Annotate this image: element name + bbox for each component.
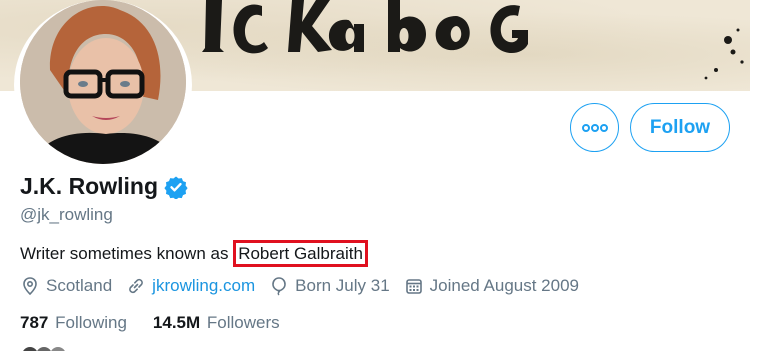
following-count: 787: [20, 313, 49, 332]
more-dots-icon: [581, 123, 608, 132]
balloon-icon: [272, 277, 286, 296]
avatar[interactable]: [20, 0, 186, 164]
display-name: J.K. Rowling: [20, 173, 158, 199]
verified-badge-icon: [164, 175, 188, 199]
following-label: Following: [55, 313, 127, 332]
profile-meta: Scotland jkrowling.com Born July 31 Join…: [20, 276, 593, 296]
more-options-button[interactable]: [570, 103, 619, 152]
followers-stat[interactable]: 14.5M Followers: [153, 313, 280, 333]
url-item: jkrowling.com: [126, 276, 255, 296]
location-text: Scotland: [46, 276, 113, 295]
birthday-text: Born July 31: [295, 276, 390, 295]
joined-item: Joined August 2009: [404, 276, 579, 296]
joined-text: Joined August 2009: [429, 276, 580, 295]
link-icon: [129, 278, 144, 294]
bio-highlight-link[interactable]: Robert Galbraith: [233, 240, 368, 267]
name-row: J.K. Rowling: [20, 173, 188, 200]
follow-stats: 787 Following 14.5M Followers: [20, 313, 306, 333]
followers-count: 14.5M: [152, 313, 201, 332]
location-pin-icon: [23, 277, 37, 296]
followed-by-avatars-icon: [23, 347, 65, 351]
handle: @jk_rowling: [20, 205, 113, 224]
profile-url-link[interactable]: jkrowling.com: [152, 276, 255, 296]
follow-button[interactable]: Follow: [630, 103, 730, 152]
birthday-item: Born July 31: [269, 276, 390, 296]
followers-label: Followers: [206, 313, 280, 332]
following-stat[interactable]: 787 Following: [20, 313, 127, 333]
bio: Writer sometimes known as Robert Galbrai…: [20, 240, 368, 267]
location-item: Scotland: [20, 276, 112, 296]
avatar-portrait-image: [20, 0, 186, 164]
calendar-icon: [405, 279, 422, 294]
bio-text: Writer sometimes known as: [20, 244, 234, 263]
